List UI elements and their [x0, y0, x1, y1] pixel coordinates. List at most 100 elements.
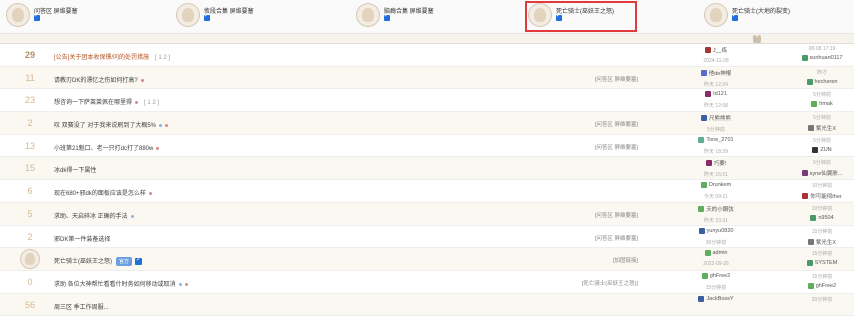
- last-reply-time[interactable]: 15分钟前: [790, 273, 854, 280]
- hot-dot-icon: [156, 146, 160, 150]
- thread-tag[interactable]: [问答区 屏维要塞]: [478, 120, 638, 128]
- table-row[interactable]: 2 邪DK第一件装备选择 [问答区 屏维要塞] yunyu0820 30分钟前 1…: [0, 225, 854, 249]
- author-name[interactable]: 他de神棍: [709, 69, 732, 77]
- author-name[interactable]: 天的小鋼弦: [706, 205, 734, 213]
- subscribe-checkbox[interactable]: [135, 256, 143, 266]
- last-reply-user[interactable]: 紫光生X: [816, 124, 836, 132]
- forum-avatar-icon: [6, 3, 30, 27]
- table-row[interactable]: 56 周三区 季工作周服... JackBossY 20分钟前: [0, 293, 854, 317]
- user-avatar-icon: [807, 282, 814, 289]
- thread-tag[interactable]: [问答区 屏维要塞]: [478, 211, 638, 219]
- author-name[interactable]: J__练: [713, 46, 727, 54]
- thread-title[interactable]: [公告]关于团本收保镖/问的处罚措施[ 1 2 ]: [54, 52, 170, 61]
- post-time: 昨天 18:39: [704, 148, 728, 155]
- author-name[interactable]: Id121: [713, 91, 727, 97]
- user-avatar-icon: [700, 182, 707, 189]
- author-name[interactable]: admin: [713, 250, 728, 256]
- last-reply-time[interactable]: 5分钟前: [790, 114, 854, 121]
- author-cell: admin 2022-09-26: [686, 250, 746, 267]
- author-name[interactable]: ghFree2: [710, 273, 731, 279]
- thread-title[interactable]: 请教刃DK的漂忆之伤如何打高?: [54, 75, 144, 84]
- reply-count: 15: [24, 163, 35, 174]
- thread-tag[interactable]: [加固链接]: [478, 256, 638, 264]
- user-avatar-icon: [700, 115, 707, 122]
- forum-subscribe-checkbox[interactable]: [732, 12, 738, 21]
- last-reply-time[interactable]: 昨才: [790, 69, 854, 76]
- thread-tag[interactable]: [问答区 屏维要塞]: [478, 143, 638, 151]
- subforum-row[interactable]: 死亡骑士(巫妖王之怒)官方 [加固链接] admin 2022-09-26 15分…: [0, 248, 854, 271]
- last-reply-user[interactable]: 你可能彻ther: [810, 192, 841, 200]
- hot-dot-icon: [165, 123, 169, 127]
- attachment-dot-icon: [178, 282, 182, 286]
- thread-tag[interactable]: [问答区 屏维要塞]: [478, 75, 638, 83]
- thread-list: 29 [公告]关于团本收保镖/问的处罚措施[ 1 2 ] J__练 2024-11…: [0, 33, 854, 317]
- last-reply-time[interactable]: 15分钟前: [790, 228, 854, 235]
- author-name[interactable]: Drunkem: [709, 182, 731, 188]
- last-reply-cell: 15分钟前 SYSTEM: [790, 250, 854, 268]
- new-post-icon[interactable]: [753, 33, 761, 43]
- author-name[interactable]: JackBossY: [706, 296, 733, 302]
- last-reply-user[interactable]: 紫光生X: [816, 238, 836, 246]
- last-reply-user[interactable]: ghFree2: [816, 283, 837, 289]
- thread-tag[interactable]: [问答区 屏维要塞]: [478, 234, 638, 242]
- forum-avatar-icon: [20, 249, 40, 270]
- thread-title[interactable]: 冰dk得一下属性: [54, 165, 96, 174]
- last-reply-user[interactable]: ZUN: [820, 147, 831, 153]
- last-reply-time[interactable]: 15分钟前: [790, 250, 854, 257]
- user-avatar-icon: [802, 193, 809, 200]
- thread-title[interactable]: 求助 各位大神帮忙看看什时务如何移动或取消: [54, 279, 188, 288]
- hot-dot-icon: [184, 282, 188, 286]
- author-name[interactable]: yunyu0820: [707, 228, 734, 234]
- table-row[interactable]: 15 冰dk得一下属性 巧要! 昨天 15:51 5分钟前 syne仙翼肤...: [0, 157, 854, 181]
- thread-title[interactable]: 邪DK第一件装备选择: [54, 234, 110, 243]
- table-row[interactable]: 11 请教刃DK的漂忆之伤如何打高? [问答区 屏维要塞] 他de神棍 昨天 12…: [0, 66, 854, 90]
- last-reply-time[interactable]: 5分钟前: [790, 159, 854, 166]
- thread-title[interactable]: 求助、天启碎冰 正确的手法: [54, 211, 134, 220]
- author-name[interactable]: Tone_2701: [706, 137, 733, 143]
- last-reply-user[interactable]: hecheren: [815, 79, 838, 85]
- page-links[interactable]: [ 1 2 ]: [144, 100, 159, 106]
- thread-title[interactable]: 现在680+邪dk的面板应该是怎么样: [54, 188, 152, 197]
- subforum-title[interactable]: 死亡骑士(巫妖王之怒) 官方: [54, 256, 143, 267]
- last-reply-time[interactable]: 5分钟前: [790, 137, 854, 144]
- table-row[interactable]: 2 叹 双赛没了 对于我来说刷到了大概5% [问答区 屏维要塞] 尺熊熊熊 5分钟…: [0, 112, 854, 135]
- table-row[interactable]: 5 求助、天启碎冰 正确的手法 [问答区 屏维要塞] 天的小鋼弦 昨天 23:31…: [0, 202, 854, 226]
- last-reply-cell: 5分钟前 syne仙翼肤...: [790, 159, 854, 178]
- user-avatar-icon: [810, 214, 817, 221]
- last-reply-user[interactable]: syne仙翼肤...: [810, 169, 843, 177]
- table-row[interactable]: 0 求助 各位大神帮忙看看什时务如何移动或取消 [死亡骑士(巫妖王之怒)] gh…: [0, 270, 854, 294]
- user-avatar-icon: [700, 69, 707, 76]
- last-reply-time[interactable]: 20分钟前: [790, 296, 854, 303]
- post-time: 5分钟前: [707, 127, 725, 134]
- table-row[interactable]: 23 想咨询一下萨莱莱佩在哪里得[ 1 2 ] Id121 昨天 12:08 5分…: [0, 89, 854, 113]
- forum-subscribe-checkbox[interactable]: [34, 12, 40, 21]
- post-time: 2024-11-28: [703, 58, 729, 64]
- forum-subscribe-checkbox[interactable]: [384, 12, 390, 21]
- last-reply-user[interactable]: sunhuan0117: [810, 55, 843, 61]
- last-reply-time[interactable]: 08-08 17:19: [790, 46, 854, 52]
- table-row[interactable]: 6 现在680+邪dk的面板应该是怎么样 Drunkem 今天 09:21 10分…: [0, 180, 854, 203]
- user-avatar-icon: [806, 260, 813, 267]
- forum-subscribe-checkbox[interactable]: [204, 12, 210, 21]
- page-links[interactable]: [ 1 2 ]: [155, 55, 170, 61]
- last-reply-time[interactable]: 10分钟前: [790, 205, 854, 212]
- table-row[interactable]: 13 小班第21魁口、老一只打dc打了880w [问答区 屏维要塞] Tone_…: [0, 134, 854, 158]
- user-avatar-icon: [801, 55, 808, 61]
- author-cell: 天的小鋼弦 昨天 23:31: [686, 205, 746, 224]
- thread-tag[interactable]: [死亡骑士(巫妖王之怒)]: [478, 279, 638, 287]
- thread-title[interactable]: 叹 双赛没了 对于我来说刷到了大概5%: [54, 120, 169, 129]
- author-name[interactable]: 尺熊熊熊: [709, 114, 731, 122]
- last-reply-user[interactable]: hmak: [819, 101, 832, 107]
- thread-title[interactable]: 小班第21魁口、老一只打dc打了880w: [54, 143, 160, 152]
- author-cell: yunyu0820 30分钟前: [686, 227, 746, 246]
- post-time: 30分钟前: [705, 239, 727, 246]
- table-row[interactable]: 29 [公告]关于团本收保镖/问的处罚措施[ 1 2 ] J__练 2024-11…: [0, 44, 854, 67]
- last-reply-user[interactable]: SYSTEM: [815, 260, 838, 266]
- last-reply-time[interactable]: 10分钟前: [790, 182, 854, 189]
- thread-title[interactable]: 想咨询一下萨莱莱佩在哪里得[ 1 2 ]: [54, 97, 159, 106]
- thread-title[interactable]: 周三区 季工作周服...: [54, 302, 109, 311]
- last-reply-user[interactable]: n9504: [818, 215, 833, 221]
- author-cell: JackBossY: [686, 295, 746, 307]
- last-reply-time[interactable]: 5分钟前: [790, 91, 854, 98]
- author-name[interactable]: 巧要!: [714, 159, 727, 167]
